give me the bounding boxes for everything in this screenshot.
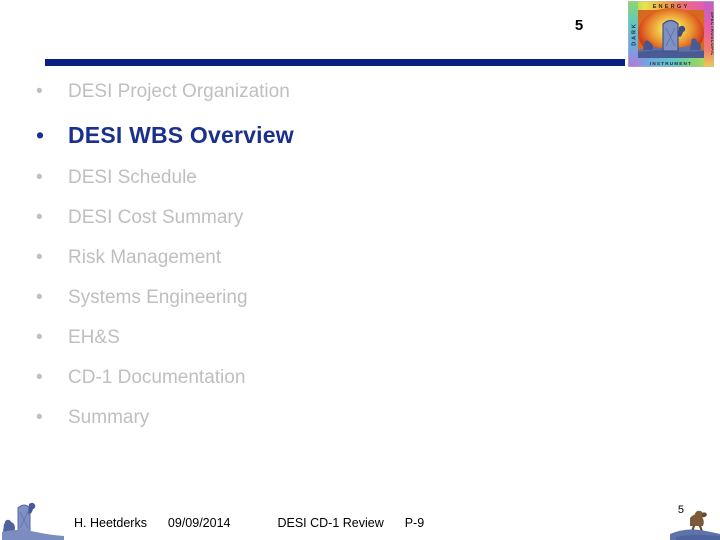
bullet-marker-icon: • [36,247,43,268]
ape-right-icon [654,500,720,540]
agenda-item-label: Risk Management [68,247,222,268]
footer-review: DESI CD-1 Review [277,516,384,530]
slide-footer: H. Heetderks 09/09/2014 DESI CD-1 Review… [0,494,720,540]
monolith-left-icon [2,498,64,540]
title-divider-rule [45,59,625,66]
agenda-item-desi-schedule[interactable]: • DESI Schedule [0,158,620,198]
svg-text:INSTRUMENT: INSTRUMENT [650,61,692,66]
slide-canvas: 5 ENERGY INSTRUMENT DARK SPECTROSCOPIC •… [0,0,720,540]
bullet-marker-icon: • [36,122,45,148]
agenda-item-desi-wbs-overview[interactable]: • DESI WBS Overview [0,112,620,158]
agenda-item-label: DESI Schedule [68,167,197,188]
svg-text:DARK: DARK [631,22,637,46]
svg-text:SPECTROSCOPIC: SPECTROSCOPIC [710,12,715,56]
bullet-marker-icon: • [36,207,43,228]
agenda-item-label: DESI Project Organization [68,81,290,102]
bullet-marker-icon: • [36,407,43,428]
bullet-marker-icon: • [36,327,43,348]
footer-text: H. Heetderks 09/09/2014 DESI CD-1 Review… [74,516,424,531]
agenda-list: • DESI Project Organization • DESI WBS O… [0,72,620,438]
page-number-top: 5 [574,17,584,34]
agenda-item-summary[interactable]: • Summary [0,398,620,438]
agenda-item-ehs[interactable]: • EH&S [0,318,620,358]
agenda-item-label: DESI WBS Overview [68,122,294,148]
footer-author: H. Heetderks [74,516,147,530]
agenda-item-desi-cost-summary[interactable]: • DESI Cost Summary [0,198,620,238]
bullet-marker-icon: • [36,167,43,188]
agenda-item-label: Summary [68,407,150,428]
agenda-item-label: EH&S [68,327,120,348]
agenda-item-risk-management[interactable]: • Risk Management [0,238,620,278]
bullet-marker-icon: • [36,81,43,102]
agenda-item-label: CD-1 Documentation [68,367,246,388]
footer-date: 09/09/2014 [167,516,231,530]
bullet-marker-icon: • [36,367,43,388]
footer-page-label: P-9 [404,516,425,530]
agenda-item-label: DESI Cost Summary [68,207,244,228]
svg-text:ENERGY: ENERGY [653,4,690,10]
agenda-item-cd1-documentation[interactable]: • CD-1 Documentation [0,358,620,398]
agenda-item-systems-engineering[interactable]: • Systems Engineering [0,278,620,318]
bullet-marker-icon: • [36,287,43,308]
agenda-item-desi-project-organization[interactable]: • DESI Project Organization [0,72,620,112]
agenda-item-label: Systems Engineering [68,287,248,308]
desi-logo: ENERGY INSTRUMENT DARK SPECTROSCOPIC [627,0,715,68]
